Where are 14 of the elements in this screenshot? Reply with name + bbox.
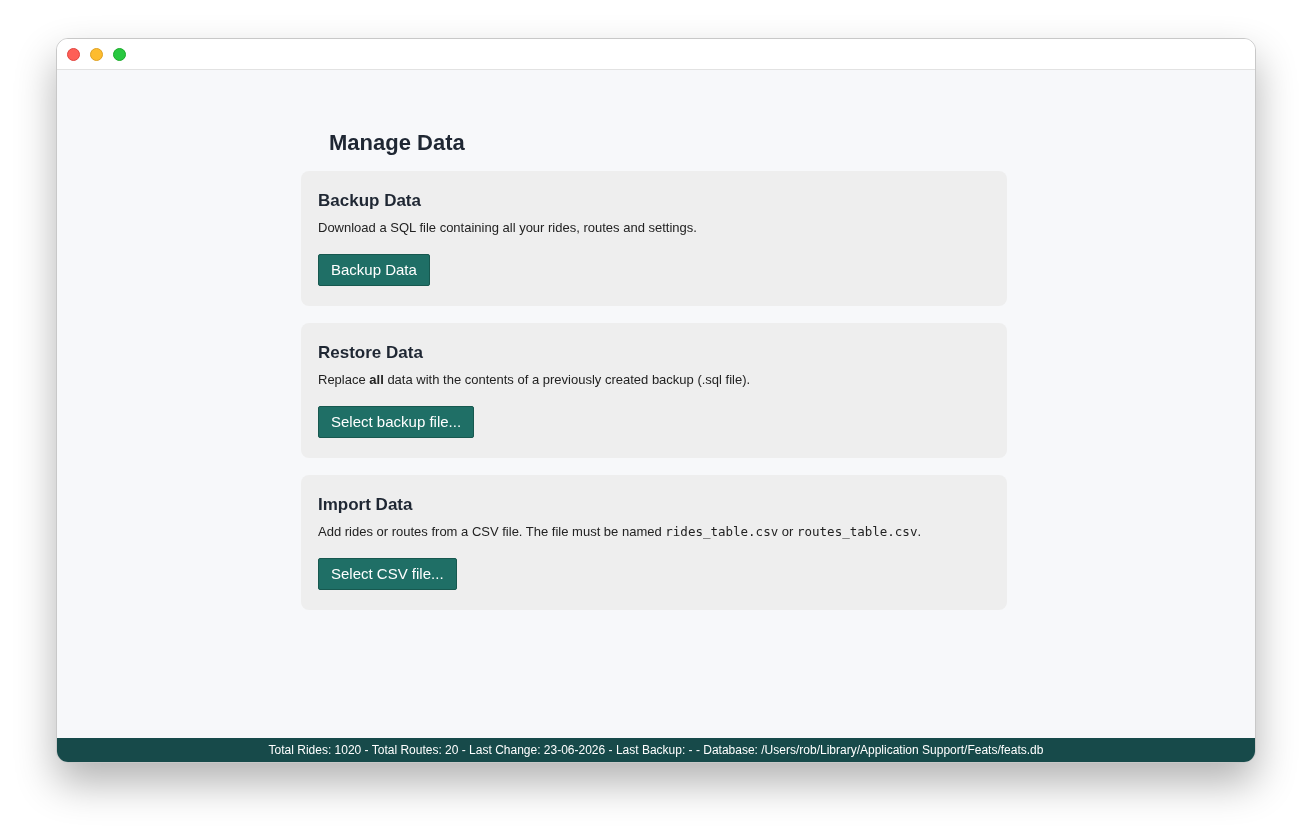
- zoom-icon[interactable]: [113, 47, 126, 61]
- close-icon[interactable]: [67, 47, 80, 61]
- section-heading: Import Data: [318, 494, 414, 516]
- section-description: Add rides or routes from a CSV file. The file must be named rides_table.csv or routes_table.csv.: [318, 523, 923, 541]
- action-button[interactable]: Backup Data: [318, 254, 430, 286]
- action-button[interactable]: Select backup file...: [318, 406, 475, 438]
- section-description: Download a SQL file containing all your rides, routes and settings.: [318, 219, 698, 237]
- status-text: Total Rides: 1020 - Total Routes: 20 - Last Change: 23-06-2026 - Last Backup: - - Database: /Users/rob/Library/Application Support/Feats/feats.db: [268, 742, 1044, 759]
- section-heading: Backup Data: [318, 190, 422, 212]
- page-title: Manage Data: [328, 129, 466, 157]
- action-button[interactable]: Select CSV file...: [318, 558, 457, 590]
- minimize-icon[interactable]: [90, 47, 103, 61]
- section-description: Replace all data with the contents of a previously created backup (.sql file).: [318, 371, 752, 389]
- section-heading: Restore Data: [318, 342, 424, 364]
